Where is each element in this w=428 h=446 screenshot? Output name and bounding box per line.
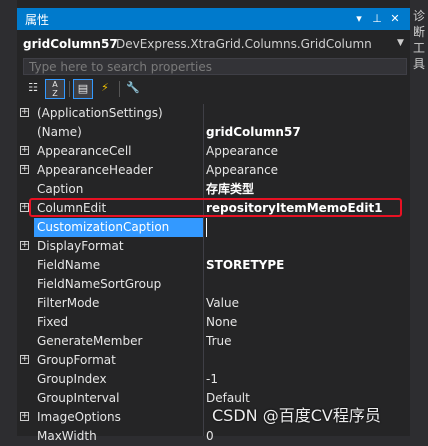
property-value[interactable]: Appearance [206, 161, 406, 180]
property-name[interactable]: AppearanceHeader [37, 161, 200, 180]
property-row[interactable]: + DisplayFormat [17, 237, 410, 256]
property-row[interactable]: GenerateMember True [17, 332, 410, 351]
property-row[interactable]: FilterMode Value [17, 294, 410, 313]
property-value[interactable] [206, 351, 406, 370]
events-icon[interactable]: ⚡ [95, 79, 115, 99]
chevron-down-icon[interactable]: ▼ [397, 38, 404, 48]
property-row[interactable]: + GroupFormat [17, 351, 410, 370]
property-value[interactable] [206, 104, 406, 123]
expand-icon[interactable]: + [20, 146, 29, 155]
property-name[interactable]: FieldNameSortGroup [37, 275, 200, 294]
diagnostic-tools-tab[interactable]: 诊 断 工 具 [412, 8, 426, 72]
property-row[interactable]: + (ApplicationSettings) [17, 104, 410, 123]
left-dock-strip [0, 0, 17, 436]
panel-titlebar: 属性 ▾ ⊥ ✕ [17, 8, 410, 30]
property-value[interactable]: STORETYPE [206, 256, 406, 275]
object-name: gridColumn57 [23, 37, 118, 51]
property-name[interactable]: ImageOptions [37, 408, 200, 427]
property-name[interactable]: (Name) [37, 123, 200, 142]
property-value[interactable]: Appearance [206, 142, 406, 161]
panel-title: 属性 [25, 13, 50, 27]
property-name[interactable]: DisplayFormat [37, 237, 200, 256]
property-value[interactable]: 0 [206, 427, 406, 446]
object-selector[interactable]: gridColumn57 DevExpress.XtraGrid.Columns… [17, 34, 410, 56]
property-value[interactable]: Value [206, 294, 406, 313]
search-input[interactable] [24, 59, 406, 74]
property-row[interactable]: + AppearanceCell Appearance [17, 142, 410, 161]
property-row[interactable]: CustomizationCaption [17, 218, 410, 237]
property-row[interactable]: Caption 存库类型 [17, 180, 410, 199]
property-value[interactable]: True [206, 332, 406, 351]
property-name[interactable]: GroupIndex [37, 370, 200, 389]
property-row[interactable]: FieldNameSortGroup [17, 275, 410, 294]
property-value[interactable] [206, 275, 406, 294]
properties-panel: 属性 ▾ ⊥ ✕ gridColumn57 DevExpress.XtraGri… [17, 0, 410, 443]
property-value[interactable]: gridColumn57 [206, 123, 406, 142]
property-value[interactable]: None [206, 313, 406, 332]
property-name[interactable]: GroupInterval [37, 389, 200, 408]
property-row[interactable]: + AppearanceHeader Appearance [17, 161, 410, 180]
toolbar-separator [119, 81, 120, 97]
watermark: CSDN @百度CV程序员 [212, 406, 381, 425]
property-row[interactable]: (Name) gridColumn57 [17, 123, 410, 142]
property-row[interactable]: Fixed None [17, 313, 410, 332]
property-row[interactable]: FieldName STORETYPE [17, 256, 410, 275]
pin-icon[interactable]: ⊥ [369, 10, 385, 28]
expand-icon[interactable]: + [20, 165, 29, 174]
toolbar-separator [69, 81, 70, 97]
right-dock-strip: 诊 断 工 具 [410, 0, 428, 436]
property-name[interactable]: Fixed [37, 313, 200, 332]
property-name[interactable]: FilterMode [37, 294, 200, 313]
categorized-icon[interactable]: ☷ [23, 79, 43, 99]
window-position-dropdown-icon[interactable]: ▾ [351, 10, 367, 28]
property-value[interactable]: -1 [206, 370, 406, 389]
expand-icon[interactable]: + [20, 203, 29, 212]
property-value[interactable] [206, 218, 409, 237]
property-name[interactable]: GroupFormat [37, 351, 200, 370]
annotation-highlight-box [29, 198, 402, 217]
property-row[interactable]: MaxWidth 0 [17, 427, 410, 446]
alphabetical-icon[interactable]: AZ [45, 79, 65, 99]
property-name[interactable]: GenerateMember [37, 332, 200, 351]
property-value[interactable] [206, 237, 406, 256]
object-type: DevExpress.XtraGrid.Columns.GridColumn [116, 37, 372, 51]
close-icon[interactable]: ✕ [387, 10, 403, 28]
expand-icon[interactable]: + [20, 108, 29, 117]
expand-icon[interactable]: + [20, 241, 29, 250]
property-name[interactable]: (ApplicationSettings) [37, 104, 200, 123]
properties-icon[interactable]: ▤ [73, 79, 93, 99]
property-name[interactable]: Caption [37, 180, 200, 199]
property-name[interactable]: CustomizationCaption [34, 218, 203, 237]
property-row[interactable]: GroupIndex -1 [17, 370, 410, 389]
expand-icon[interactable]: + [20, 412, 29, 421]
property-pages-icon[interactable]: 🔧 [123, 79, 143, 99]
expand-icon[interactable]: + [20, 355, 29, 364]
search-box [23, 58, 407, 75]
property-name[interactable]: MaxWidth [37, 427, 200, 446]
property-grid: + (ApplicationSettings) (Name) gridColumn57… [17, 104, 410, 443]
property-name[interactable]: FieldName [37, 256, 200, 275]
property-value[interactable]: 存库类型 [206, 180, 406, 199]
property-name[interactable]: AppearanceCell [37, 142, 200, 161]
